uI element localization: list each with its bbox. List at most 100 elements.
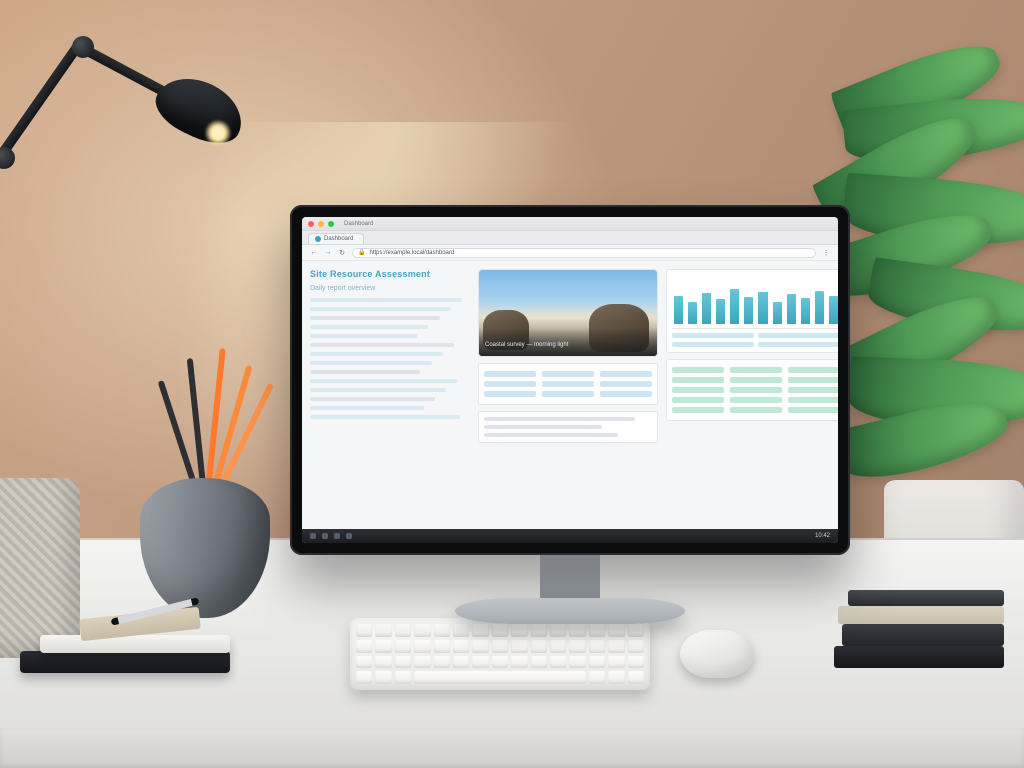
tab-favicon-icon bbox=[315, 236, 321, 242]
books-right bbox=[834, 578, 1004, 668]
bar bbox=[801, 298, 810, 324]
text-line bbox=[310, 343, 454, 347]
table-row[interactable] bbox=[672, 385, 838, 395]
table-cell bbox=[672, 377, 724, 383]
text-line bbox=[310, 370, 420, 374]
window-titlebar[interactable]: Dashboard bbox=[302, 217, 838, 231]
mouse[interactable] bbox=[680, 630, 754, 678]
table-cell bbox=[788, 377, 838, 383]
window-minimize-icon[interactable] bbox=[318, 221, 324, 227]
table-cell bbox=[788, 407, 838, 413]
table-row[interactable] bbox=[672, 405, 838, 415]
table-cell bbox=[672, 367, 724, 373]
text-line bbox=[310, 379, 457, 383]
table-cell bbox=[730, 407, 782, 413]
taskbar-app-icon[interactable] bbox=[322, 533, 328, 539]
os-taskbar[interactable]: 10:42 bbox=[302, 529, 838, 543]
window-close-icon[interactable] bbox=[308, 221, 314, 227]
content-column-left: Site Resource Assessment Daily report ov… bbox=[310, 269, 470, 521]
content-column-right bbox=[666, 269, 838, 521]
bar bbox=[773, 302, 782, 325]
table-cell bbox=[600, 371, 652, 377]
table-cell bbox=[788, 387, 838, 393]
bar bbox=[688, 302, 697, 324]
hero-caption: Coastal survey — morning light bbox=[485, 342, 568, 348]
text-line bbox=[310, 307, 451, 311]
table-row[interactable] bbox=[484, 369, 652, 379]
page-subtitle: Daily report overview bbox=[310, 285, 470, 292]
summary-table-blue[interactable] bbox=[478, 363, 658, 405]
table-cell bbox=[672, 387, 724, 393]
taskbar-app-icon[interactable] bbox=[346, 533, 352, 539]
text-line bbox=[310, 415, 460, 419]
browser-tabstrip[interactable]: Dashboard bbox=[302, 231, 838, 245]
table-cell bbox=[542, 371, 594, 377]
address-bar[interactable]: 🔒 https://example.local/dashboard bbox=[352, 248, 816, 258]
table-cell bbox=[672, 397, 724, 403]
table-cell bbox=[730, 387, 782, 393]
dashboard-page: Site Resource Assessment Daily report ov… bbox=[302, 261, 838, 529]
bar-chart bbox=[672, 275, 838, 329]
desk-lamp bbox=[0, 12, 220, 252]
taskbar-clock: 10:42 bbox=[815, 533, 830, 539]
bar bbox=[787, 294, 796, 324]
hero-card[interactable]: Coastal survey — morning light bbox=[478, 269, 658, 357]
text-line bbox=[310, 406, 424, 410]
bar bbox=[758, 292, 767, 324]
monitor-bezel: Dashboard Dashboard ← → ↻ 🔒 https://exam… bbox=[290, 205, 850, 555]
browser-tab-active[interactable]: Dashboard bbox=[308, 233, 364, 244]
keyboard[interactable] bbox=[350, 618, 650, 690]
text-line bbox=[310, 325, 428, 329]
table-cell bbox=[788, 367, 838, 373]
table-cell bbox=[730, 377, 782, 383]
notebooks-left bbox=[20, 593, 250, 673]
text-line bbox=[310, 334, 417, 338]
table-cell bbox=[730, 367, 782, 373]
menu-icon[interactable]: ⋮ bbox=[822, 249, 830, 257]
window-title: Dashboard bbox=[344, 221, 373, 227]
text-line bbox=[310, 361, 432, 365]
table-cell bbox=[672, 407, 724, 413]
table-row[interactable] bbox=[672, 395, 838, 405]
hero-image: Coastal survey — morning light bbox=[479, 270, 657, 356]
table-cell bbox=[542, 381, 594, 387]
taskbar-app-icon[interactable] bbox=[334, 533, 340, 539]
page-title: Site Resource Assessment bbox=[310, 269, 470, 279]
table-row[interactable] bbox=[672, 365, 838, 375]
bar bbox=[829, 296, 838, 324]
bar bbox=[716, 299, 725, 324]
bar bbox=[702, 293, 711, 325]
summary-table-green[interactable] bbox=[666, 359, 838, 421]
url-text: https://example.local/dashboard bbox=[369, 250, 454, 256]
browser-toolbar: ← → ↻ 🔒 https://example.local/dashboard … bbox=[302, 245, 838, 261]
monitor-stand-base bbox=[455, 598, 685, 624]
table-row[interactable] bbox=[672, 375, 838, 385]
table-cell bbox=[484, 381, 536, 387]
text-line bbox=[310, 388, 446, 392]
nav-reload-icon[interactable]: ↻ bbox=[338, 249, 346, 257]
table-cell bbox=[600, 391, 652, 397]
text-line bbox=[310, 397, 435, 401]
table-cell bbox=[788, 397, 838, 403]
table-cell bbox=[600, 381, 652, 387]
text-line bbox=[310, 316, 440, 320]
table-cell bbox=[484, 371, 536, 377]
window-maximize-icon[interactable] bbox=[328, 221, 334, 227]
bar-chart-card[interactable] bbox=[666, 269, 838, 353]
screen: Dashboard Dashboard ← → ↻ 🔒 https://exam… bbox=[302, 217, 838, 543]
text-line bbox=[310, 352, 443, 356]
content-column-middle: Coastal survey — morning light bbox=[478, 269, 658, 521]
nav-back-icon[interactable]: ← bbox=[310, 249, 318, 257]
text-card bbox=[478, 411, 658, 443]
bar bbox=[744, 297, 753, 324]
bar bbox=[674, 296, 683, 324]
nav-forward-icon[interactable]: → bbox=[324, 249, 332, 257]
lock-icon: 🔒 bbox=[358, 249, 365, 256]
start-icon[interactable] bbox=[310, 533, 316, 539]
table-row[interactable] bbox=[484, 379, 652, 389]
table-row[interactable] bbox=[484, 389, 652, 399]
bar bbox=[815, 291, 824, 324]
table-cell bbox=[730, 397, 782, 403]
table-cell bbox=[484, 391, 536, 397]
tab-label: Dashboard bbox=[324, 236, 353, 242]
